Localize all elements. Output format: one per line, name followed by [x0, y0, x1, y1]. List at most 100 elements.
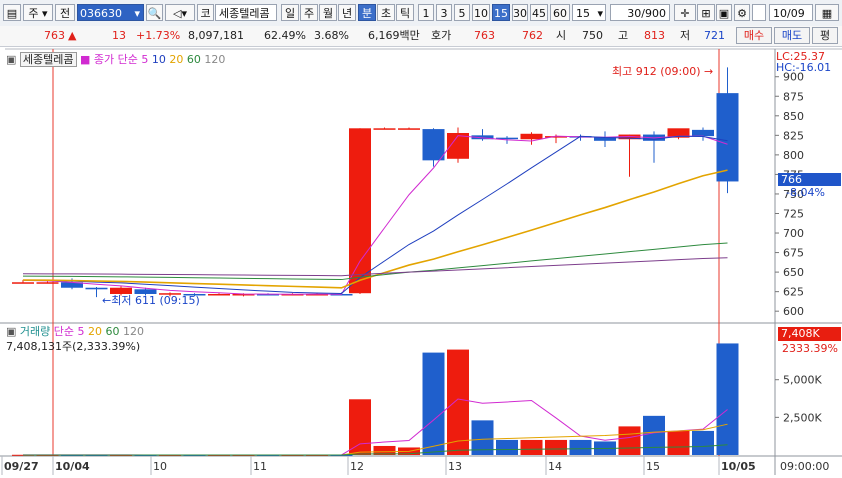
trade-amount: 6,169백만: [368, 29, 420, 42]
volume-value: 8,097,181: [188, 29, 244, 42]
candle-body: [716, 93, 739, 182]
bid-price: 762: [522, 29, 543, 42]
period-tab[interactable]: 초: [377, 4, 395, 21]
ask-price: 763: [474, 29, 495, 42]
interval-tab[interactable]: 30: [512, 4, 528, 21]
interval-tab[interactable]: 5: [454, 4, 470, 21]
save-icon[interactable]: ▣: [716, 4, 732, 21]
high-value: 813: [644, 29, 665, 42]
interval-select-value: 15: [576, 7, 590, 20]
x-tick-label: 14: [548, 460, 562, 473]
high-annotation: 최고 912 (09:00) →: [612, 63, 713, 79]
sell-button[interactable]: 매도: [774, 27, 810, 44]
period-tab[interactable]: 일: [281, 4, 299, 21]
interval-tab[interactable]: 60: [550, 4, 570, 21]
up-arrow-icon: ▲: [68, 29, 77, 42]
kospi-button[interactable]: 코: [197, 4, 214, 21]
x-tick-label: 10/05: [721, 460, 756, 473]
stock-code-value: 036630: [80, 7, 122, 20]
market-select[interactable]: 주 ▾: [23, 4, 53, 21]
sound-icon[interactable]: ◁▾: [165, 4, 195, 21]
volume-bar: [349, 399, 371, 455]
volume-bar: [618, 426, 641, 455]
low-label: 저: [680, 29, 691, 42]
eval-button[interactable]: 평: [812, 27, 838, 44]
period-tab[interactable]: 년: [338, 4, 356, 21]
arrow-right-icon: →: [704, 65, 714, 78]
period-tab[interactable]: 분: [358, 4, 376, 21]
volume-bar: [667, 430, 690, 455]
interval-select[interactable]: 15 ▾: [572, 4, 606, 21]
arrow-left-icon: ←: [102, 294, 112, 307]
legend-vma5: 5: [77, 325, 85, 338]
chart-area[interactable]: 6006256506757007257507758008258508759002…: [0, 47, 842, 475]
all-toggle[interactable]: 전: [55, 4, 75, 21]
volume-current-tag: 7,408K: [778, 327, 841, 341]
x-tick-label: 11: [253, 460, 267, 473]
gear-icon[interactable]: ⚙: [734, 4, 750, 21]
x-tick-label: 13: [448, 460, 462, 473]
x-tick-label: 10: [153, 460, 167, 473]
legend-ma20: 20: [169, 53, 184, 66]
volume-pct-tag: 2333.39%: [782, 342, 838, 355]
period-tab[interactable]: 월: [319, 4, 337, 21]
legend-volume-ma-label: 단순: [53, 325, 75, 338]
legend-ma5: 5: [141, 53, 149, 66]
y-tick-label: 625: [783, 286, 804, 299]
open-value: 750: [582, 29, 603, 42]
count-field[interactable]: 30/900: [610, 4, 670, 21]
market-select-value: 주: [28, 7, 39, 20]
stock-name-field[interactable]: 세종텔레콤: [215, 4, 277, 21]
legend-icon: ▣: [6, 325, 17, 338]
candle-body: [36, 282, 59, 284]
search-icon[interactable]: 🔍: [146, 4, 163, 21]
interval-tab[interactable]: 3: [436, 4, 452, 21]
volume-bar: [422, 352, 445, 455]
high-annotation-text: 최고 912 (09:00): [612, 65, 701, 78]
x-tick-label: 15: [646, 460, 660, 473]
volume-bar: [496, 439, 518, 455]
candle-body: [349, 128, 371, 294]
volume-bar: [643, 415, 665, 455]
calendar-icon[interactable]: ▦: [815, 4, 839, 21]
quote-bar: 763 ▲ 13 +1.73% 8,097,181 62.49% 3.68% 6…: [0, 26, 842, 47]
candle-body: [208, 293, 230, 296]
legend-vma20: 20: [88, 325, 103, 338]
legend-vma120: 120: [123, 325, 145, 338]
date-field[interactable]: 10/09: [769, 4, 813, 21]
stock-code-input[interactable]: 036630 ▾: [77, 4, 144, 21]
legend-icon: ▣: [6, 53, 17, 66]
y-tick-label: 800: [783, 149, 804, 162]
date-checkbox[interactable]: [752, 4, 766, 21]
volume-bar: [447, 349, 469, 455]
low-annotation: ←최저 611 (09:15): [102, 292, 200, 308]
volume-bar: [692, 430, 714, 455]
volume-bar: [520, 439, 543, 455]
bid-label: 호가: [431, 29, 452, 42]
candle-body: [85, 287, 108, 290]
current-price: 763: [44, 29, 65, 42]
chart-type-icon[interactable]: ▤: [3, 4, 21, 21]
period-tab[interactable]: 틱: [396, 4, 414, 21]
y-tick-label: 875: [783, 90, 804, 103]
price-legend: ▣ 세종텔레콤 ■ 종가 단순 5 10 20 60 120: [6, 51, 225, 67]
volume-legend: ▣ 거래량 단순 5 20 60 120: [6, 323, 144, 339]
period-tab[interactable]: 주: [300, 4, 318, 21]
candle-body: [398, 128, 420, 130]
grid-settings-icon[interactable]: ⊞: [697, 4, 715, 21]
candle-body: [12, 282, 34, 284]
interval-tab[interactable]: 45: [530, 4, 548, 21]
volume-bar: [545, 439, 567, 455]
legend-stock-name: 세종텔레콤: [19, 52, 77, 67]
buy-button[interactable]: 매수: [736, 27, 772, 44]
volume-bar: [716, 343, 739, 455]
interval-tab[interactable]: 10: [472, 4, 490, 21]
crosshair-icon[interactable]: ✛: [674, 4, 696, 21]
interval-tab[interactable]: 1: [418, 4, 434, 21]
stock-chart[interactable]: 6006256506757007257507758008258508759002…: [0, 47, 842, 475]
current-price-tag: 766: [778, 173, 841, 186]
interval-tab[interactable]: 15: [492, 4, 510, 21]
chevron-down-icon: ▾: [134, 7, 140, 20]
x-tick-label: 12: [350, 460, 364, 473]
y-tick-label: 725: [783, 207, 804, 220]
